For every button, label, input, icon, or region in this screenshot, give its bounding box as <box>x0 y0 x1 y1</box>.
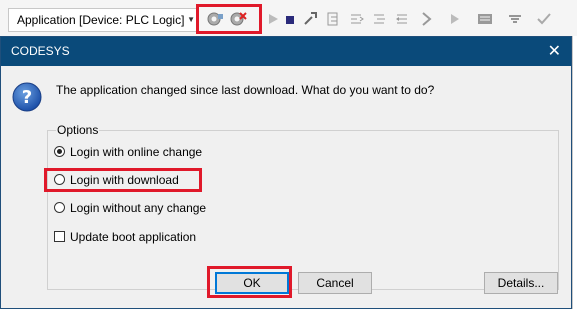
question-icon: ? <box>12 82 42 112</box>
update-boot-application-checkbox[interactable]: Update boot application <box>54 230 196 244</box>
options-label: Options <box>56 123 100 137</box>
checkbox-icon[interactable] <box>54 231 65 243</box>
breakpoint-icon[interactable] <box>325 10 343 28</box>
application-combo[interactable]: Application [Device: PLC Logic] ▼ <box>8 8 198 32</box>
codesys-dialog: CODESYS ✕ ? The application changed sinc… <box>0 36 572 309</box>
option-label: Login without any change <box>70 201 207 215</box>
current-statement-icon[interactable] <box>418 10 436 28</box>
unforce-icon[interactable] <box>506 10 524 28</box>
details-button[interactable]: Details... <box>484 272 558 294</box>
run-icon[interactable] <box>265 10 283 28</box>
chevron-down-icon[interactable]: ▼ <box>187 9 195 31</box>
option-label: Login with online change <box>70 145 203 159</box>
stop-icon[interactable] <box>282 10 300 28</box>
cancel-button[interactable]: Cancel <box>298 272 372 294</box>
application-combo-text: Application [Device: PLC Logic] <box>17 13 185 27</box>
force-values-icon[interactable] <box>476 10 494 28</box>
option-login-without-change[interactable]: Login without any change <box>54 201 206 215</box>
dialog-titlebar: CODESYS ✕ <box>1 37 571 66</box>
radio-icon[interactable] <box>54 202 65 214</box>
toolbar: Application [Device: PLC Logic] ▼ <box>0 0 577 41</box>
ok-button-highlight <box>207 266 292 298</box>
write-values-icon[interactable] <box>447 10 465 28</box>
step-out-icon[interactable] <box>394 10 412 28</box>
step-into-icon[interactable] <box>371 10 389 28</box>
background-window-edge <box>572 36 577 309</box>
close-icon[interactable]: ✕ <box>548 41 561 61</box>
svg-text:?: ? <box>22 87 32 108</box>
login-buttons-highlight <box>196 4 262 34</box>
reset-icon[interactable] <box>302 10 320 28</box>
dialog-message: The application changed since last downl… <box>56 83 435 97</box>
download-option-highlight <box>44 168 202 192</box>
check-icon[interactable] <box>535 10 553 28</box>
option-login-online-change[interactable]: Login with online change <box>54 145 202 159</box>
dialog-title: CODESYS <box>11 44 70 58</box>
step-over-icon[interactable] <box>348 10 366 28</box>
checkbox-label: Update boot application <box>70 230 197 244</box>
radio-selected-icon[interactable] <box>54 146 65 158</box>
